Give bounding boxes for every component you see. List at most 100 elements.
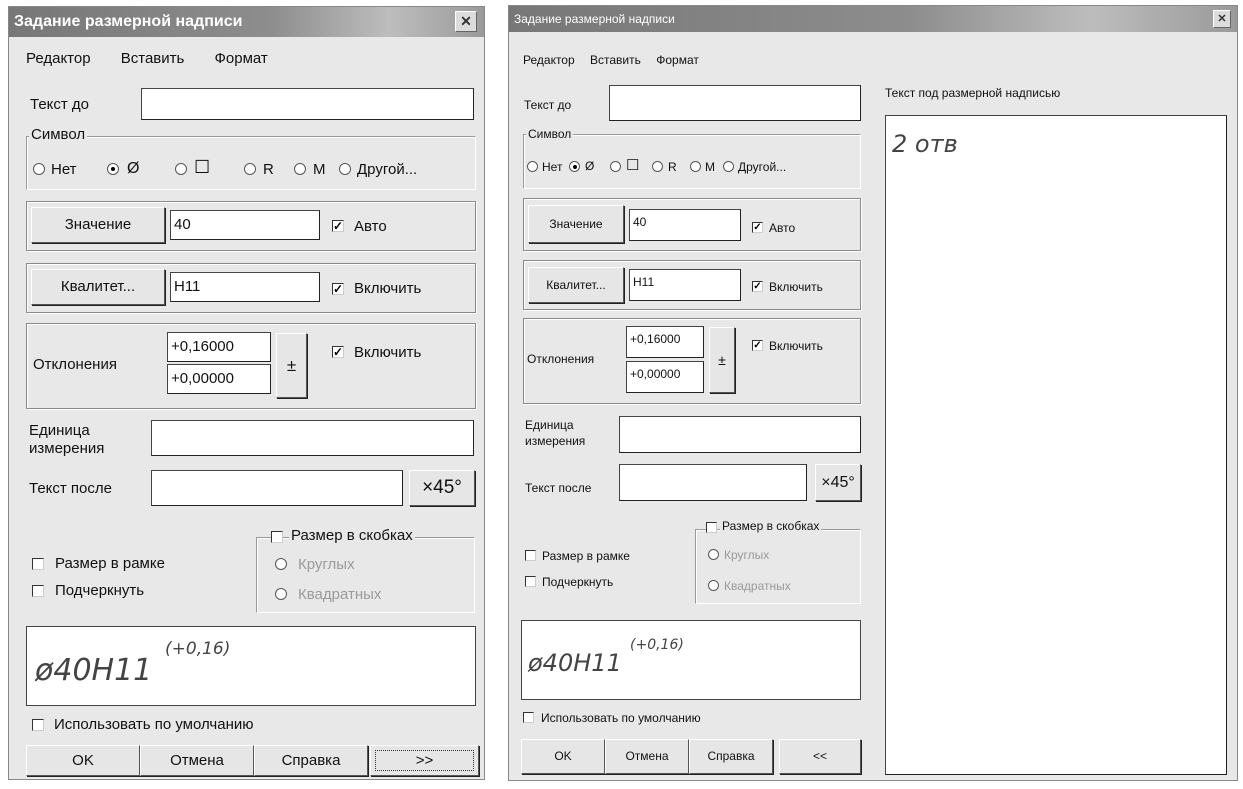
right-less-label: <<: [812, 749, 827, 763]
left-menu-format[interactable]: Формат: [215, 50, 268, 67]
left-radio-other-label: Другой...: [357, 161, 418, 178]
left-radio-square-br-label: Квадратных: [298, 586, 382, 603]
right-radio-square-br[interactable]: [708, 580, 719, 591]
left-radio-radius[interactable]: [244, 163, 256, 175]
left-frame-checkbox[interactable]: [32, 558, 44, 570]
right-qualitet-input[interactable]: H11: [629, 269, 741, 301]
left-brackets-label: Размер в скобках: [289, 527, 415, 544]
left-close-icon[interactable]: ✕: [455, 11, 477, 32]
left-dialog: Задание размерной надписи ✕ Редактор Вст…: [8, 6, 485, 780]
right-menu-bar: Редактор Вставить Формат: [523, 53, 725, 67]
right-unit-input[interactable]: [619, 416, 861, 453]
right-use-default-checkbox[interactable]: [523, 712, 534, 723]
right-qualitet-button-label: Квалитет...: [546, 278, 606, 292]
left-value-button[interactable]: Значение: [31, 207, 165, 243]
left-qualitet-input[interactable]: H11: [170, 272, 320, 302]
right-qualitet-enable-label: Включить: [769, 280, 823, 294]
left-use-default-checkbox[interactable]: [32, 719, 44, 731]
right-underline-label: Подчеркнуть: [542, 575, 614, 589]
left-more-button[interactable]: >>: [370, 745, 479, 776]
left-text-before-input[interactable]: [141, 88, 474, 120]
right-preview-box: ø40H11 (+0,16): [521, 620, 861, 700]
left-ok-button[interactable]: OK: [26, 745, 140, 776]
right-radio-square-br-label: Квадратных: [724, 579, 791, 593]
left-dev-lower-input[interactable]: +0,00000: [167, 364, 271, 394]
right-radio-radius[interactable]: [652, 161, 663, 172]
left-window-title: Задание размерной надписи: [14, 13, 243, 30]
right-radio-diameter[interactable]: [569, 161, 580, 172]
left-auto-checkbox[interactable]: ✓: [332, 220, 344, 232]
right-radio-square[interactable]: [610, 161, 621, 172]
right-value-button-label: Значение: [549, 217, 603, 231]
right-qualitet-checkbox[interactable]: ✓: [752, 281, 763, 292]
left-qualitet-checkbox[interactable]: ✓: [332, 283, 344, 295]
right-ok-button[interactable]: OK: [521, 739, 605, 774]
right-menu-editor[interactable]: Редактор: [523, 53, 575, 67]
right-underline-checkbox[interactable]: [525, 576, 536, 587]
left-dev-upper-input[interactable]: +0,16000: [167, 332, 271, 362]
right-x45-button[interactable]: ×45°: [815, 464, 861, 501]
right-dev-checkbox[interactable]: ✓: [752, 340, 763, 351]
left-radio-square-br[interactable]: [275, 588, 287, 600]
right-dialog: Задание размерной надписи ✕ Редактор Вст…: [508, 5, 1238, 781]
right-unit-label-line2: измерения: [525, 434, 586, 448]
left-help-label: Справка: [281, 752, 341, 769]
left-menu-editor[interactable]: Редактор: [26, 50, 91, 67]
left-text-after-input[interactable]: [151, 470, 403, 506]
right-frame-checkbox[interactable]: [525, 550, 536, 561]
left-qualitet-button[interactable]: Квалитет...: [31, 269, 165, 305]
left-radio-square[interactable]: [175, 163, 187, 175]
right-value-input[interactable]: 40: [629, 209, 741, 241]
right-help-button[interactable]: Справка: [689, 739, 773, 774]
right-radio-round[interactable]: [708, 549, 719, 560]
right-menu-format[interactable]: Формат: [656, 53, 699, 67]
left-cancel-label: Отмена: [170, 752, 224, 769]
right-value-button[interactable]: Значение: [528, 205, 624, 243]
left-radio-square-label: ☐: [194, 157, 211, 177]
right-cancel-button[interactable]: Отмена: [605, 739, 689, 774]
right-radio-none[interactable]: [527, 161, 538, 172]
left-auto-label: Авто: [354, 218, 387, 235]
right-dev-upper-input[interactable]: +0,16000: [626, 326, 704, 358]
left-menu-insert[interactable]: Вставить: [121, 50, 185, 67]
right-deviations-label: Отклонения: [527, 352, 595, 366]
right-frame-label: Размер в рамке: [542, 549, 630, 563]
left-x45-button[interactable]: ×45°: [409, 470, 475, 506]
left-help-button[interactable]: Справка: [254, 745, 368, 776]
right-less-button[interactable]: <<: [779, 739, 861, 774]
left-menu-bar: Редактор Вставить Формат: [26, 50, 294, 67]
left-value-input[interactable]: 40: [170, 210, 320, 240]
right-close-icon[interactable]: ✕: [1213, 10, 1231, 28]
left-radio-round[interactable]: [275, 558, 287, 570]
right-window-title: Задание размерной надписи: [514, 12, 675, 26]
right-preview-main: ø40H11: [528, 649, 622, 677]
right-use-default-label: Использовать по умолчанию: [541, 711, 701, 725]
left-preview-main: ø40H11: [35, 653, 153, 688]
right-under-text-area[interactable]: 2 отв: [885, 115, 1227, 775]
left-cancel-button[interactable]: Отмена: [140, 745, 254, 776]
left-radio-none[interactable]: [33, 163, 45, 175]
left-radio-diameter[interactable]: [107, 163, 119, 175]
right-dev-plusminus-button[interactable]: ±: [709, 327, 735, 393]
left-unit-input[interactable]: [151, 420, 474, 456]
left-underline-checkbox[interactable]: [32, 585, 44, 597]
right-radio-metric[interactable]: [690, 161, 701, 172]
right-radio-other[interactable]: [723, 161, 734, 172]
left-symbol-legend: Символ: [29, 126, 88, 143]
right-auto-label: Авто: [769, 221, 796, 235]
left-radio-metric[interactable]: [294, 163, 306, 175]
right-brackets-checkbox[interactable]: [706, 522, 717, 533]
right-text-before-input[interactable]: [609, 85, 861, 121]
right-dev-lower-input[interactable]: +0,00000: [626, 361, 704, 393]
left-radio-other[interactable]: [339, 163, 351, 175]
right-qualitet-button[interactable]: Квалитет...: [528, 267, 624, 303]
left-ok-label: OK: [72, 752, 94, 769]
right-menu-insert[interactable]: Вставить: [590, 53, 641, 67]
left-dev-checkbox[interactable]: ✓: [332, 346, 344, 358]
right-text-after-input[interactable]: [619, 464, 807, 501]
right-auto-checkbox[interactable]: ✓: [752, 222, 763, 233]
left-unit-label-line2: измерения: [29, 440, 105, 457]
left-brackets-checkbox[interactable]: [271, 531, 283, 543]
left-dev-plusminus-button[interactable]: ±: [276, 333, 307, 398]
right-under-text-value: 2 отв: [892, 130, 958, 158]
